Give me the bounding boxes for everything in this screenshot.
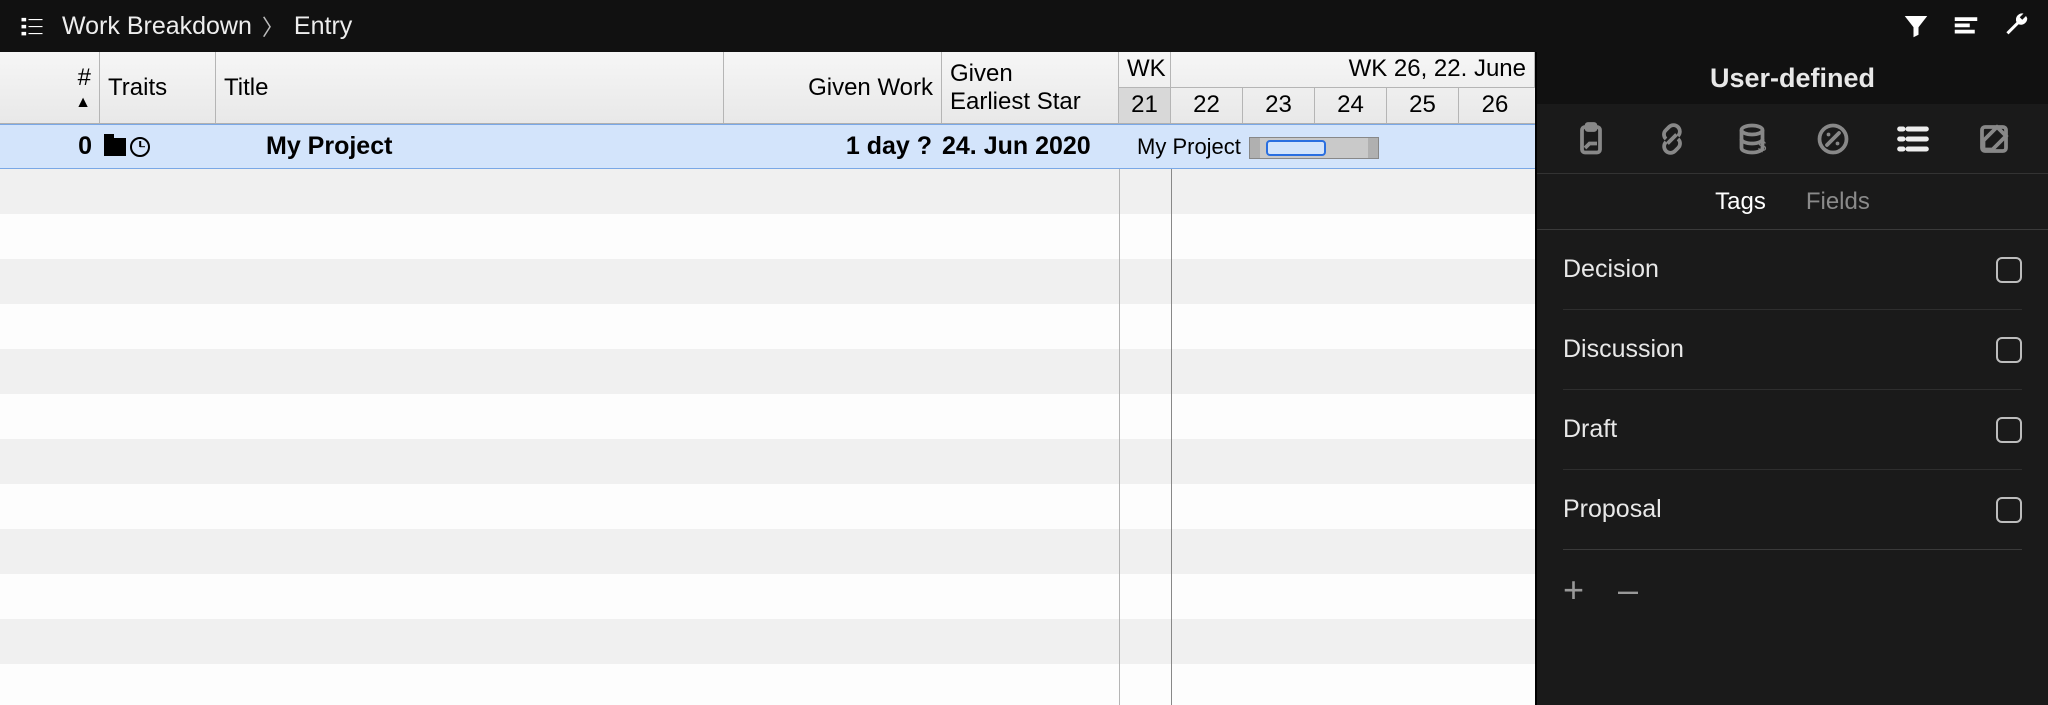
gantt-bar-handle-left[interactable] [1250,138,1260,158]
inspector-panel: User-defined $ Tags Fields Decision Disc… [1536,52,2048,705]
row-traits [100,137,216,157]
filter-icon[interactable] [1896,6,1936,46]
tag-item[interactable]: Discussion [1563,310,2022,390]
column-traits[interactable]: Traits [100,52,216,123]
column-title[interactable]: Title [216,52,724,123]
table-row[interactable]: 0 My Project 1 day ? 24. Jun 2020 My Pro… [0,124,1535,169]
cost-icon[interactable]: $ [1727,114,1777,164]
gantt-bar-label: My Project [1137,134,1241,160]
gantt-today-line [1171,124,1172,705]
inspector-title: User-defined [1537,52,2048,104]
tag-list: Decision Discussion Draft Proposal [1537,230,2048,550]
tag-item[interactable]: Draft [1563,390,2022,470]
gantt-day-cell[interactable]: 23 [1243,88,1315,124]
sort-ascending-icon: ▲ [75,94,91,112]
svg-text:$: $ [1758,138,1767,155]
gantt-day-row: 21 22 23 24 25 26 [1119,88,1535,124]
link-icon[interactable] [1647,114,1697,164]
gantt-bar-handle-right[interactable] [1368,138,1378,158]
gantt-day-cell[interactable]: 26 [1459,88,1531,124]
tab-fields[interactable]: Fields [1806,188,1870,216]
column-number[interactable]: # ▲ [0,52,100,123]
chevron-right-icon: 〉 [262,10,284,42]
gantt-day-cell[interactable]: 21 [1119,88,1171,124]
gantt-day-cell[interactable]: 24 [1315,88,1387,124]
tag-checkbox[interactable] [1996,257,2022,283]
tag-label: Discussion [1563,335,1684,364]
top-toolbar: Work Breakdown 〉 Entry [0,0,2048,52]
clipboard-icon[interactable] [1566,114,1616,164]
list-icon[interactable] [1888,114,1938,164]
remove-tag-button[interactable]: – [1618,572,1638,608]
folder-icon [104,138,126,156]
week-right-cell[interactable]: WK 26, 22. June [1171,52,1535,87]
tag-checkbox[interactable] [1996,497,2022,523]
wrench-icon[interactable] [1996,6,2036,46]
breadcrumb-part-1[interactable]: Work Breakdown [62,12,252,41]
row-given-start[interactable]: 24. Jun 2020 [942,132,1119,161]
column-number-label: # [78,64,91,92]
note-icon[interactable] [1969,114,2019,164]
gantt-bar-inner[interactable] [1266,140,1326,156]
inspector-tabs: Tags Fields [1537,174,2048,230]
tag-label: Proposal [1563,495,1662,524]
breadcrumb-part-2[interactable]: Entry [294,12,352,41]
week-left-label: WK [1127,55,1166,83]
breadcrumb[interactable]: Work Breakdown 〉 Entry [62,10,352,42]
column-traits-label: Traits [108,74,207,102]
tag-checkbox[interactable] [1996,337,2022,363]
week-right-label: WK 26, 22. June [1349,55,1526,83]
tab-tags[interactable]: Tags [1715,188,1766,216]
column-given-work-label: Given Work [808,74,933,102]
tag-label: Draft [1563,415,1617,444]
outline-icon[interactable] [12,6,52,46]
column-title-label: Title [224,74,715,102]
column-given-start[interactable]: Given Earliest Star [942,52,1119,123]
column-given-work[interactable]: Given Work [724,52,942,123]
tag-item[interactable]: Proposal [1563,470,2022,550]
column-given-start-label2: Earliest Star [950,88,1110,116]
outline-gantt-panel: # ▲ Traits Title Given Work Given Earlie… [0,52,1536,705]
gantt-day-cell[interactable]: 22 [1171,88,1243,124]
gantt-timescale: WK WK 26, 22. June 21 22 23 24 25 26 [1119,52,1535,123]
column-headers: # ▲ Traits Title Given Work Given Earlie… [0,52,1535,124]
row-gantt: My Project [1119,125,1535,168]
gantt-day-cell[interactable]: 25 [1387,88,1459,124]
tag-add-remove: + – [1537,550,2048,630]
percent-icon[interactable] [1808,114,1858,164]
add-tag-button[interactable]: + [1563,572,1584,608]
outline-rows: 0 My Project 1 day ? 24. Jun 2020 My Pro… [0,124,1535,705]
inspector-icon-row: $ [1537,104,2048,174]
row-number: 0 [0,132,100,161]
tag-label: Decision [1563,255,1659,284]
alignment-icon[interactable] [1946,6,1986,46]
row-given-work[interactable]: 1 day ? [724,132,942,161]
gantt-divider [1119,124,1120,705]
gantt-bar[interactable] [1249,137,1379,159]
column-given-start-label1: Given [950,60,1110,88]
tag-item[interactable]: Decision [1563,230,2022,310]
week-left-cell[interactable]: WK [1119,52,1171,87]
auto-schedule-icon [130,137,150,157]
tag-checkbox[interactable] [1996,417,2022,443]
row-title[interactable]: My Project [216,132,724,161]
